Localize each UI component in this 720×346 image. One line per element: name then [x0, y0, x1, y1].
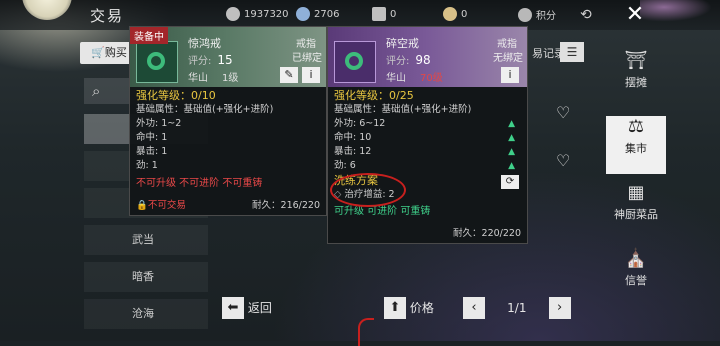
bind-status: 无绑定: [493, 53, 523, 64]
page-title: 交易: [90, 7, 125, 25]
item-slot: 戒指: [497, 39, 517, 50]
stat-line: 劲: 1: [136, 160, 158, 171]
right-nav: ⛩ 摆摊 ⚖ 集市 ▦ 神厨菜品 ⛪ 信誉: [606, 42, 666, 306]
durability: 耐久：220/220: [453, 228, 521, 239]
up-arrow-icon: ▲: [508, 133, 515, 143]
item-sect-level: 华山 70级: [386, 73, 443, 84]
stat-line: 命中: 10 ▲: [334, 132, 515, 143]
bind-status: 已绑定: [292, 53, 322, 64]
swap-icon[interactable]: ⟳: [501, 175, 519, 189]
ability-text: 可升级 可进阶 可重铸: [334, 206, 431, 217]
item-name: 碎空戒: [386, 37, 419, 50]
base-attr-label: 基础属性：基础值(+强化+进阶): [334, 104, 472, 115]
category-item-wudang[interactable]: 武当: [84, 225, 208, 255]
prev-page-button[interactable]: ‹: [463, 297, 485, 319]
category-item-anxiang[interactable]: 暗香: [84, 262, 208, 292]
back-button[interactable]: ⬅ 返回: [222, 297, 272, 319]
currency-gem: 2706: [296, 7, 339, 21]
moon-decoration: [22, 0, 72, 20]
item-sect-level: 华山 1级: [188, 73, 239, 84]
points-icon: [518, 7, 532, 22]
ticket-icon: [372, 7, 386, 21]
gem-icon: [296, 7, 310, 21]
info-button[interactable]: i: [302, 67, 320, 83]
item-header: 碎空戒 评分: 98 华山 70级 戒指 无绑定 i: [328, 27, 527, 87]
info-button[interactable]: i: [501, 67, 519, 83]
lock-icon: 🔒: [136, 200, 148, 211]
category-item-canghai[interactable]: 沧海: [84, 299, 208, 329]
next-page-button[interactable]: ›: [548, 297, 571, 319]
up-arrow-icon: ▲: [508, 161, 515, 171]
annotation-circle: [330, 173, 406, 207]
favorite-heart-icon[interactable]: ♡: [556, 103, 570, 122]
page-indicator: 1/1: [507, 301, 527, 315]
nav-item-reputation[interactable]: ⛪ 信誉: [606, 248, 666, 306]
stat-line: 暴击: 12 ▲: [334, 146, 515, 157]
nav-item-stall[interactable]: ⛩ 摆摊: [606, 50, 666, 108]
sort-up-icon: ⬆: [384, 297, 406, 319]
back-arrow-icon: ⬅: [222, 297, 244, 319]
pagination: ‹ 1/1 ›: [463, 297, 571, 319]
base-attr-label: 基础属性：基础值(+强化+进阶): [136, 104, 274, 115]
search-icon[interactable]: ⌕: [92, 82, 100, 100]
enhance-level: 强化等级：0/10: [136, 89, 216, 102]
stat-line: 暴击: 1: [136, 146, 168, 157]
stat-line: 外功: 6~12 ▲: [334, 118, 515, 129]
coin-icon: [226, 7, 240, 21]
equipped-tag: 装备中: [130, 27, 168, 44]
nav-item-chef[interactable]: ▦ 神厨菜品: [606, 182, 666, 240]
points-display[interactable]: 积分: [518, 7, 556, 22]
item-body: 强化等级：0/10 基础属性：基础值(+强化+进阶) 外功: 1~2 命中: 1…: [130, 87, 326, 193]
favorite-heart-icon[interactable]: ♡: [556, 151, 570, 170]
item-score: 评分: 98: [386, 53, 431, 67]
equipped-item-tooltip: 装备中 惊鸿戒 评分: 15 华山 1级 戒指 已绑定 ✎ i 强化等级：0/10 …: [129, 26, 327, 216]
brush-icon[interactable]: ✎: [280, 67, 298, 83]
reputation-icon: ⛪: [624, 248, 648, 269]
flower-decoration: [640, 0, 720, 24]
chef-icon: ▦: [627, 182, 645, 203]
stat-line: 外功: 1~2: [136, 118, 182, 129]
settings-icon[interactable]: ⟲: [580, 7, 592, 23]
up-arrow-icon: ▲: [508, 147, 515, 157]
durability: 耐久：216/220: [252, 200, 320, 211]
currency-coin: 1937320: [226, 7, 289, 21]
restriction-text: 不可升级 不可进阶 不可重铸: [136, 178, 263, 189]
compare-item-tooltip: 碎空戒 评分: 98 华山 70级 戒指 无绑定 i 强化等级：0/25 基础属性：…: [327, 26, 528, 244]
ingot-icon: [443, 7, 457, 21]
item-slot: 戒指: [296, 39, 316, 50]
currency-ticket: 0: [372, 7, 396, 21]
item-icon-box: [334, 41, 376, 83]
market-icon: ⚖: [627, 116, 645, 137]
stat-line: 命中: 1: [136, 132, 168, 143]
item-score: 评分: 15: [188, 53, 233, 67]
ring-icon: [345, 52, 363, 70]
ring-icon: [147, 52, 165, 70]
list-view-icon[interactable]: ☰: [560, 42, 584, 62]
nav-item-market[interactable]: ⚖ 集市: [606, 116, 666, 174]
trade-status: 🔒不可交易: [136, 200, 186, 211]
stall-icon: ⛩: [624, 50, 648, 71]
item-icon-box: [136, 41, 178, 83]
item-header: 装备中 惊鸿戒 评分: 15 华山 1级 戒指 已绑定 ✎ i: [130, 27, 326, 87]
sort-price-button[interactable]: ⬆ 价格: [384, 297, 434, 319]
stat-line: 劲: 6 ▲: [334, 160, 515, 171]
up-arrow-icon: ▲: [508, 119, 515, 129]
currency-ingot: 0: [443, 7, 467, 21]
enhance-level: 强化等级：0/25: [334, 89, 414, 102]
close-icon[interactable]: ✕: [622, 2, 648, 28]
annotation-mark: [358, 318, 374, 346]
item-name: 惊鸿戒: [188, 37, 221, 50]
